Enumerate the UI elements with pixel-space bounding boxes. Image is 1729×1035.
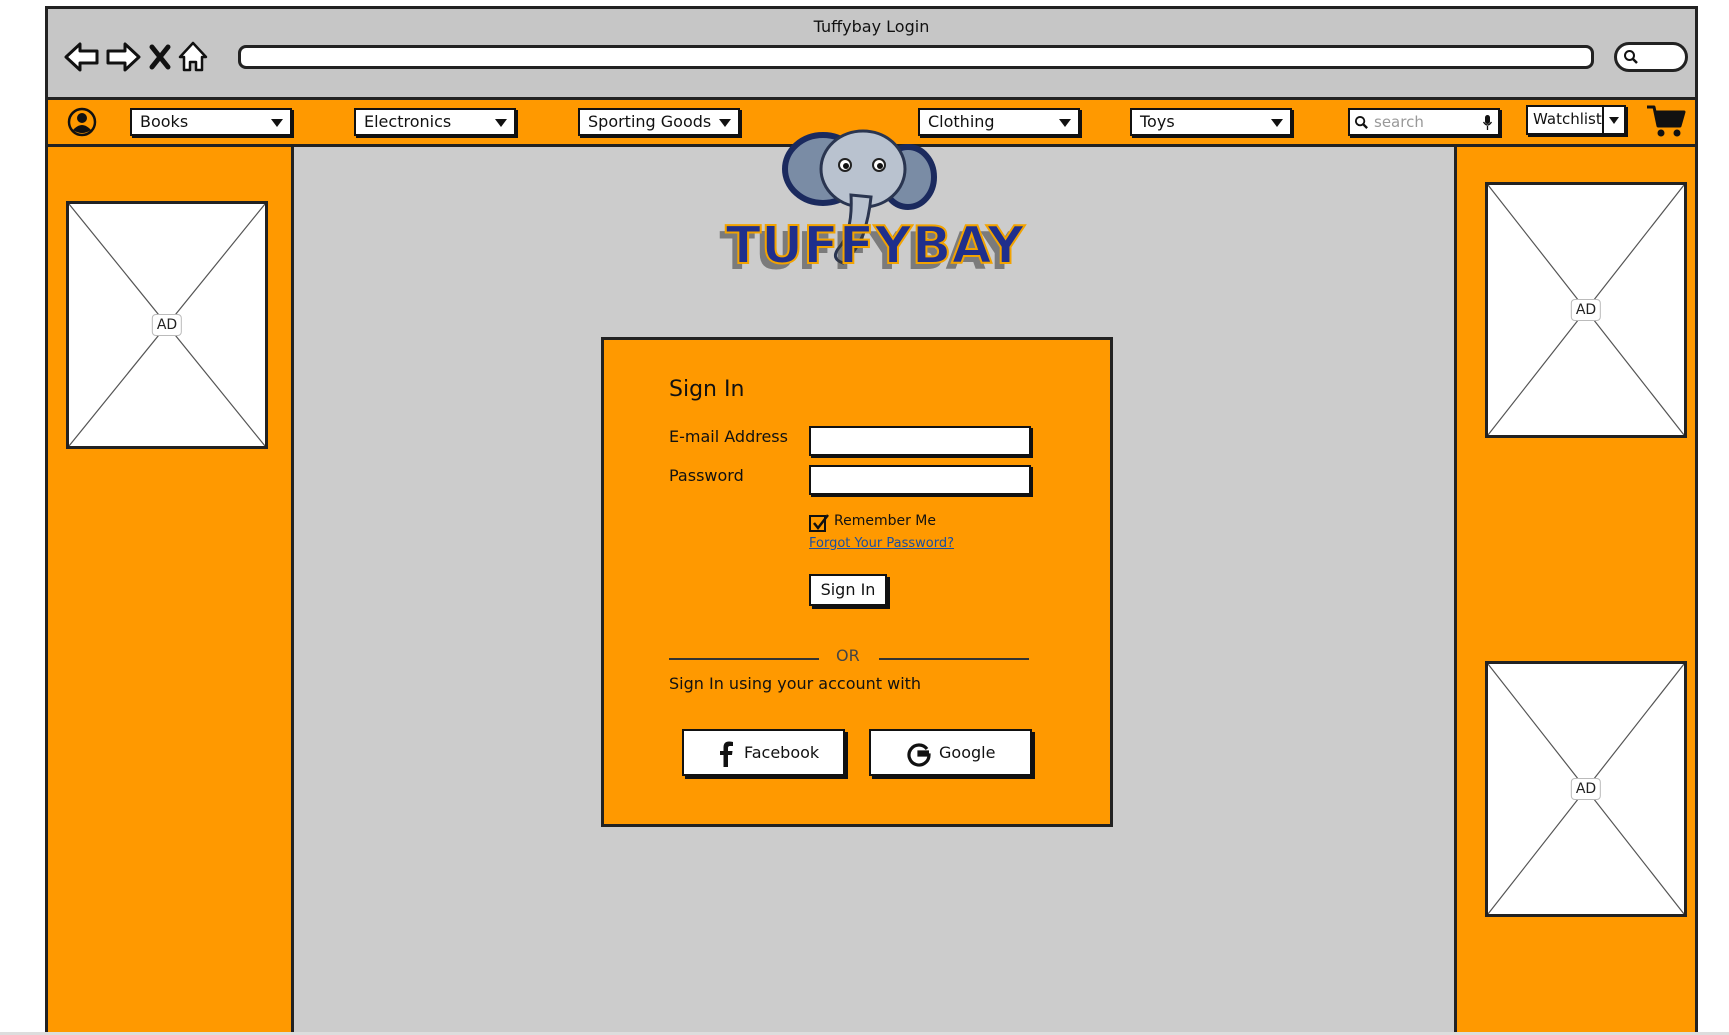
signin-button[interactable]: Sign In [809, 574, 887, 606]
user-circle-icon[interactable] [66, 106, 98, 138]
dropdown-label: Toys [1140, 112, 1175, 131]
category-dropdown-toys[interactable]: Toys [1130, 108, 1292, 136]
dropdown-label: Books [140, 112, 189, 131]
left-ad-column: AD [48, 147, 294, 1035]
chevron-down-icon[interactable] [1609, 117, 1619, 124]
logo-text: TUFFYBAY [726, 216, 1026, 276]
stop-icon[interactable] [145, 37, 175, 77]
search-icon [1354, 115, 1368, 129]
or-separator-text: OR [836, 646, 860, 665]
facebook-icon [720, 741, 733, 767]
forward-arrow-icon[interactable] [103, 37, 143, 77]
facebook-signin-button[interactable]: Facebook [682, 729, 845, 776]
signin-card: Sign In E-mail Address Password Remember… [601, 337, 1113, 827]
search-icon [1624, 50, 1638, 64]
ad-placeholder[interactable]: AD [1485, 661, 1687, 917]
email-label: E-mail Address [669, 427, 788, 446]
browser-chrome: Tuffybay Login [48, 9, 1695, 100]
search-placeholder: search [1374, 113, 1424, 131]
remember-me-checkbox[interactable] [809, 514, 829, 532]
page-content: AD AD AD TUFFYBAY TUFFYBAY Sign In E-mai… [48, 129, 1695, 1035]
chevron-down-icon [271, 119, 283, 127]
ad-placeholder[interactable]: AD [1485, 182, 1687, 438]
ad-label: AD [151, 314, 183, 336]
cart-icon[interactable] [1646, 104, 1686, 138]
checkmark-icon [813, 514, 829, 531]
category-dropdown-electronics[interactable]: Electronics [354, 108, 516, 136]
browser-search-button[interactable] [1614, 42, 1688, 72]
address-bar[interactable] [238, 45, 1594, 69]
password-field[interactable] [809, 465, 1031, 495]
right-ad-column: AD AD [1454, 147, 1695, 1035]
window-title: Tuffybay Login [813, 17, 930, 36]
home-icon[interactable] [176, 37, 210, 77]
google-signin-button[interactable]: Google [869, 729, 1032, 776]
back-arrow-icon[interactable] [62, 37, 102, 77]
search-input[interactable]: search [1348, 108, 1500, 136]
dropdown-label: Electronics [364, 112, 452, 131]
browser-window: Tuffybay Login Books Electronics Sportin… [45, 6, 1698, 1035]
google-icon [907, 743, 931, 767]
category-dropdown-books[interactable]: Books [130, 108, 292, 136]
alt-signin-text: Sign In using your account with [669, 674, 922, 693]
watchlist-label: Watchlist [1533, 110, 1602, 128]
signin-title: Sign In [669, 377, 745, 402]
password-label: Password [669, 466, 744, 485]
chevron-down-icon [495, 119, 507, 127]
divider [879, 658, 1029, 660]
google-label: Google [939, 743, 996, 762]
ad-placeholder[interactable]: AD [66, 201, 268, 449]
ad-label: AD [1570, 299, 1602, 321]
forgot-password-link[interactable]: Forgot Your Password? [809, 536, 954, 551]
watchlist-button[interactable]: Watchlist [1526, 105, 1626, 135]
remember-me-label: Remember Me [834, 513, 936, 529]
dropdown-label: Sporting Goods [588, 112, 712, 131]
chevron-down-icon [1271, 119, 1283, 127]
divider [669, 658, 819, 660]
email-field[interactable] [809, 426, 1031, 456]
facebook-label: Facebook [744, 743, 820, 762]
tuffybay-logo: TUFFYBAY TUFFYBAY [703, 117, 1043, 297]
chevron-down-icon [1059, 119, 1071, 127]
ad-label: AD [1570, 778, 1602, 800]
divider [1602, 107, 1604, 133]
microphone-icon[interactable] [1482, 114, 1493, 131]
